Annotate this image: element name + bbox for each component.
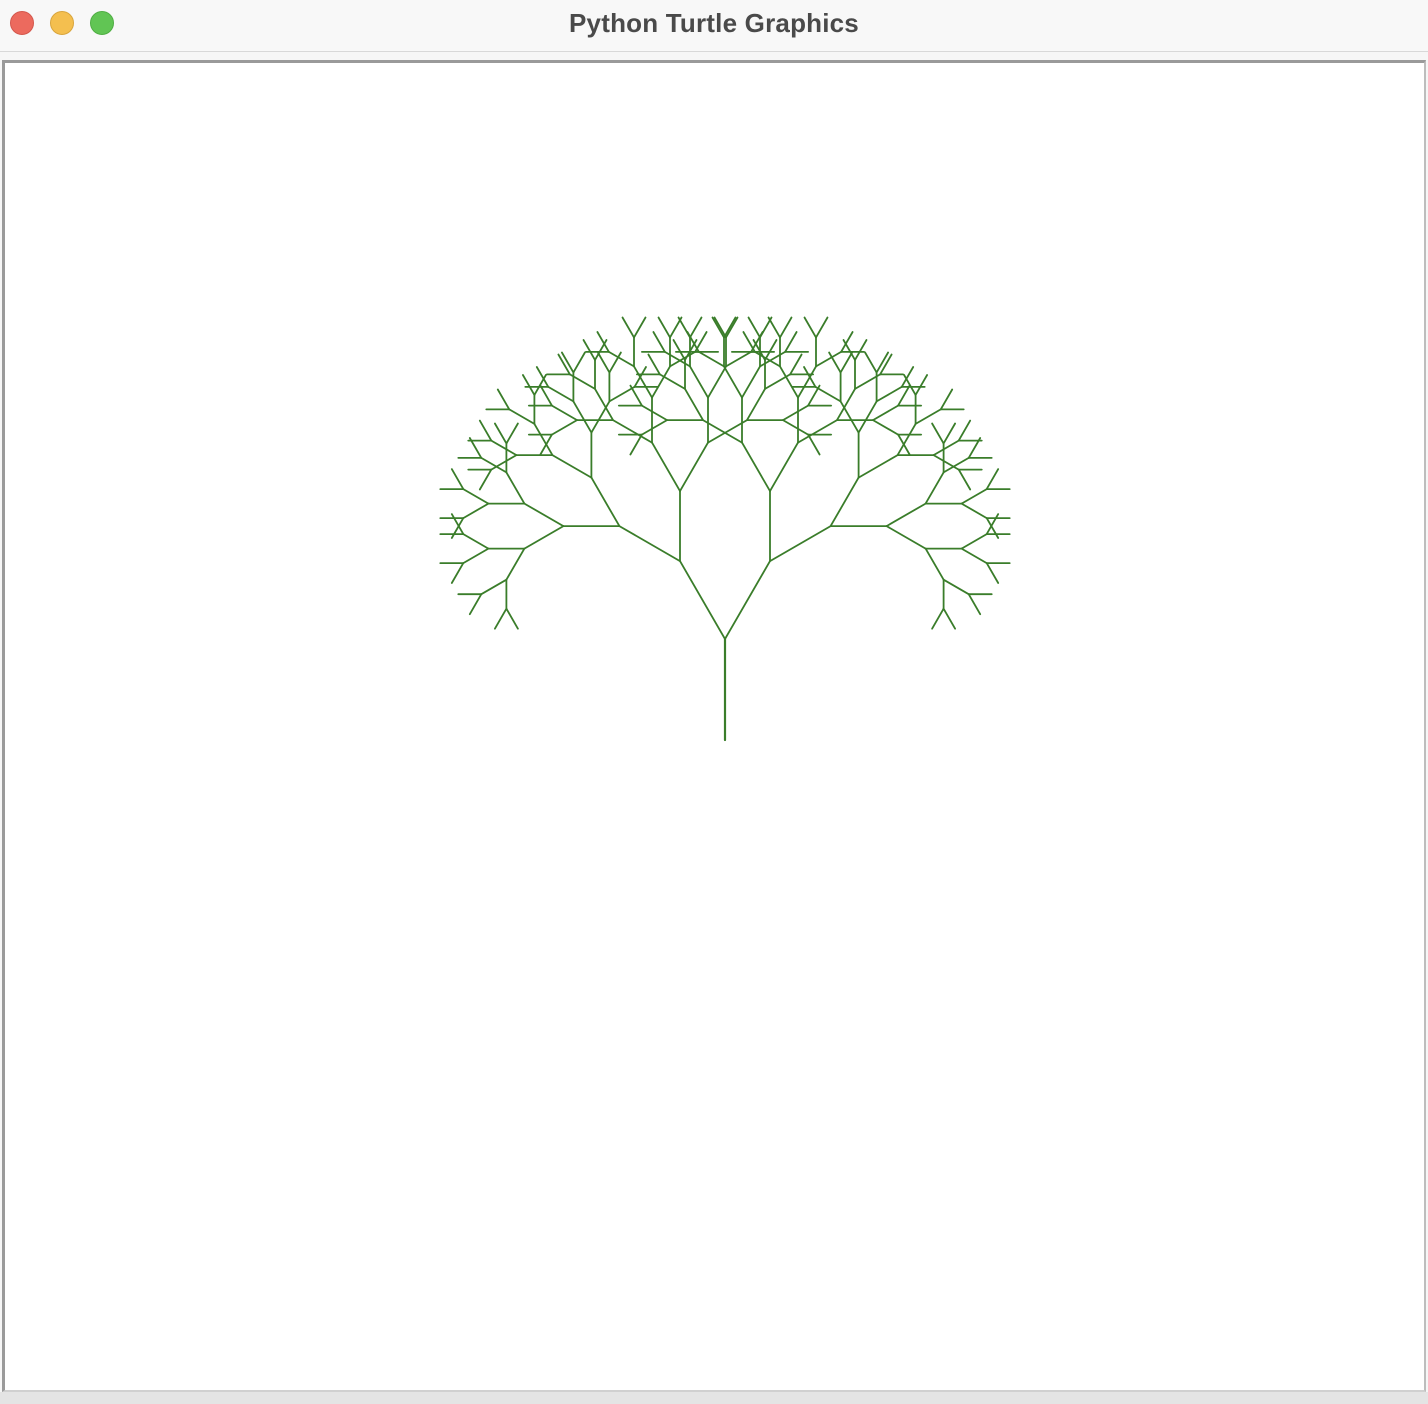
window-title: Python Turtle Graphics [569,8,859,38]
turtle-canvas-frame [2,60,1426,1392]
turtle-window: Python Turtle Graphics [0,0,1428,1404]
title-bar[interactable]: Python Turtle Graphics [0,0,1428,52]
turtle-canvas[interactable] [5,63,1424,1390]
window-bottom-edge [0,1392,1428,1404]
canvas-background [5,63,1424,1390]
